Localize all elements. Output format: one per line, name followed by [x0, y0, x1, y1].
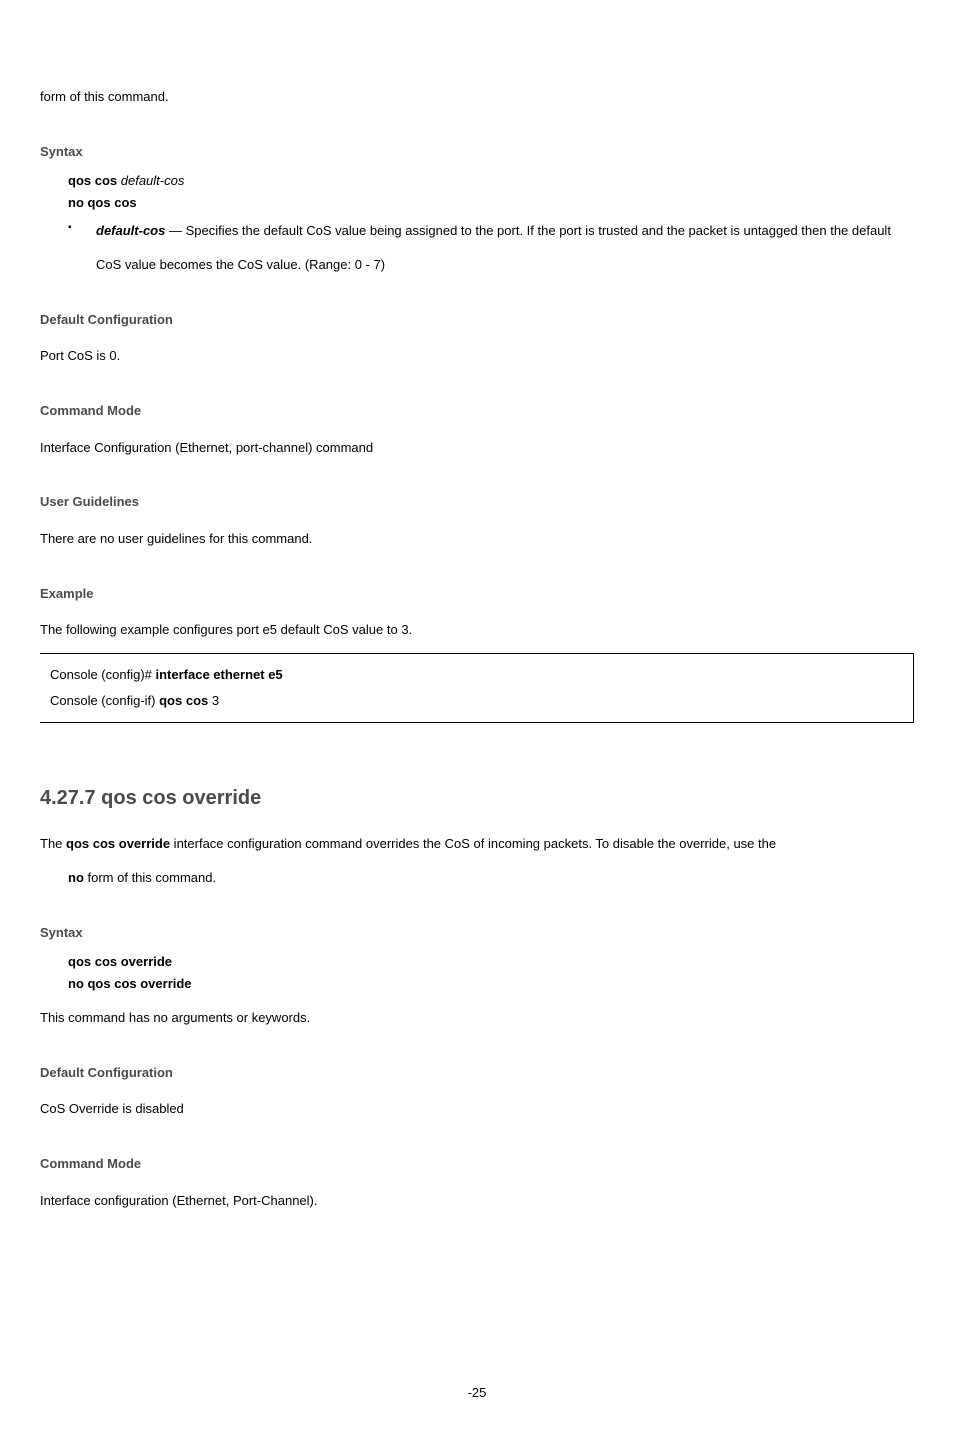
param-bullet: default-cos — Specifies the default CoS … — [68, 214, 914, 282]
param-name: default-cos — [96, 223, 165, 238]
code-line-1: Console (config)# interface ethernet e5 — [50, 662, 903, 688]
syntax-cmd-bold: qos cos — [68, 173, 117, 188]
default-config-text-2: CoS Override is disabled — [40, 1092, 914, 1126]
command-mode-heading-2: Command Mode — [40, 1154, 914, 1174]
desc-cmd-bold: qos cos override — [66, 836, 170, 851]
syntax-cmd-ital: default-cos — [121, 173, 185, 188]
desc-post: interface configuration command override… — [170, 836, 776, 851]
syntax-heading: Syntax — [40, 142, 914, 162]
user-guidelines-text: There are no user guidelines for this co… — [40, 522, 914, 556]
desc-pre: The — [40, 836, 66, 851]
code-example-box: Console (config)# interface ethernet e5 … — [40, 653, 914, 723]
default-config-text: Port CoS is 0. — [40, 339, 914, 373]
code-prompt-1: Console (config)# — [50, 667, 156, 682]
command-title: 4.27.7 qos cos override — [40, 783, 914, 813]
default-config-heading-2: Default Configuration — [40, 1063, 914, 1083]
command-mode-heading: Command Mode — [40, 401, 914, 421]
desc-no-bold: no — [68, 870, 84, 885]
example-heading: Example — [40, 584, 914, 604]
syntax-line-2: no qos cos — [68, 193, 914, 213]
command-mode-text: Interface Configuration (Ethernet, port-… — [40, 431, 914, 465]
param-desc: — Specifies the default CoS value being … — [96, 223, 891, 272]
user-guidelines-heading: User Guidelines — [40, 492, 914, 512]
syntax2-line-2: no qos cos override — [68, 974, 914, 994]
syntax2-line-1: qos cos override — [68, 952, 914, 972]
code-cmd-2: qos cos — [159, 693, 212, 708]
syntax-heading-2: Syntax — [40, 923, 914, 943]
command-description: The qos cos override interface configura… — [40, 827, 914, 895]
syntax-line-1: qos cos default-cos — [68, 171, 914, 191]
default-config-heading: Default Configuration — [40, 310, 914, 330]
code-prompt-2: Console (config-if) — [50, 693, 159, 708]
desc-tail: form of this command. — [84, 870, 216, 885]
code-arg-2: 3 — [212, 693, 219, 708]
command-mode-text-2: Interface configuration (Ethernet, Port-… — [40, 1184, 914, 1218]
intro-trailing-text: form of this command. — [40, 80, 914, 114]
code-cmd-1: interface ethernet e5 — [156, 667, 283, 682]
code-line-2: Console (config-if) qos cos 3 — [50, 688, 903, 714]
page-number: -25 — [0, 1383, 954, 1403]
example-text: The following example configures port e5… — [40, 613, 914, 647]
no-args-text: This command has no arguments or keyword… — [40, 1001, 914, 1035]
